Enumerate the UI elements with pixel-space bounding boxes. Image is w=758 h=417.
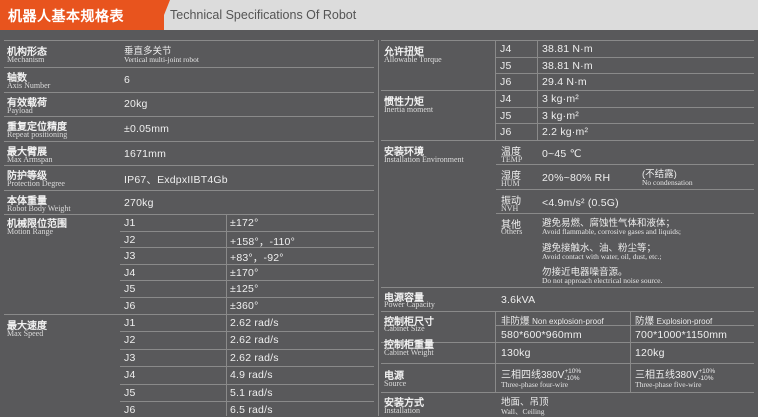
torque-value-1: 38.81 N·m [542,43,593,55]
install-value-en: Wall、Ceiling [501,407,545,416]
armspan-value: 1671mm [124,148,167,160]
cab-size-b: 700*1000*1150mm [635,329,728,341]
mechanism-value-en: Vertical multi-joint robot [124,55,199,64]
cab-weight-b: 120kg [635,347,665,359]
other-2-en: Avoid contact with water, oil, dust, etc… [542,252,662,261]
torque-label-en: Allowable Torque [384,55,442,64]
motion-label-en: Motion Range [7,227,53,236]
motion-joint-5: J5 [124,283,136,296]
header-bar: 机器人基本规格表 Technical Specifications Of Rob… [0,0,758,30]
speed-joint-3: J3 [124,351,136,364]
speed-joint-5: J5 [124,386,136,399]
inertia-value-3: 2.2 kg·m² [542,126,589,139]
protection-value: IP67、ExdpxIIBT4Gb [124,174,228,186]
inertia-joint-1: J4 [500,93,512,105]
speed-label-en: Max Speed [7,329,44,338]
page-subtitle: Technical Specifications Of Robot [170,8,357,22]
hum-note-en: No condensation [642,178,693,187]
source-label-en: Source [384,379,407,388]
env-label-en: Installation Environment [384,155,464,164]
power-value: 3.6kVA [501,294,536,306]
weight-value: 270kg [124,197,154,209]
cab-size-a: 580*600*960mm [501,329,582,341]
speed-value-4: 4.9 rad/s [230,369,273,382]
inertia-joint-3: J6 [500,126,512,139]
torque-joint-1: J4 [500,43,512,55]
cabweight-label-en: Cabinet Weight [384,348,434,357]
torque-value-3: 29.4 N·m [542,76,587,89]
axes-value: 6 [124,74,131,86]
armspan-label-en: Max Armspan [7,155,53,164]
motion-joint-1: J1 [124,217,136,229]
vib-value: <4.9m/s² (0.5G) [542,197,619,209]
axes-label-en: Axis Number [7,81,51,90]
other-label-en: Others [501,227,523,236]
cabsize-label-en: Cabinet Size [384,324,425,333]
motion-value-1: ±172° [230,217,259,229]
hum-label-en: HUM [501,179,520,188]
temp-label-en: TEMP [501,155,523,164]
motion-value-6: ±360° [230,300,259,312]
temp-value: 0~45 ℃ [542,148,582,160]
speed-joint-1: J1 [124,317,136,329]
inertia-value-1: 3 kg·m² [542,93,579,105]
speed-joint-6: J6 [124,404,136,416]
inertia-joint-2: J5 [500,109,512,122]
speed-value-2: 2.62 rad/s [230,334,279,347]
cab-weight-a: 130kg [501,347,531,359]
hum-value: 20%~80% RH [542,172,611,184]
inertia-label-en: Inertia moment [384,105,434,114]
torque-joint-3: J6 [500,76,512,89]
speed-value-5: 5.1 rad/s [230,386,273,399]
install-label-en: Installation [384,406,420,415]
motion-joint-3: J3 [124,250,136,263]
motion-joint-4: J4 [124,266,136,279]
torque-value-2: 38.81 N·m [542,59,593,72]
motion-joint-2: J2 [124,233,136,246]
speed-joint-2: J2 [124,334,136,347]
mechanism-label-en: Mechanism [7,55,45,64]
weight-label-en: Robot Body Weight [7,204,71,213]
motion-joint-6: J6 [124,300,136,312]
speed-value-1: 2.62 rad/s [230,317,279,329]
page-title: 机器人基本规格表 [8,8,124,24]
source-a-en: Three-phase four-wire [501,380,569,389]
other-1-en: Avoid flammable, corrosive gases and liq… [542,227,681,236]
repeat-label-en: Repeat positioning [7,130,68,139]
speed-joint-4: J4 [124,369,136,382]
torque-joint-2: J5 [500,59,512,72]
other-3-en: Do not approach electrical noise source. [542,276,663,285]
payload-value: 20kg [124,98,148,110]
motion-value-4: ±170° [230,266,259,279]
source-b-en: Three-phase five-wire [635,380,702,389]
protection-label-en: Protection Degree [7,179,65,188]
vib-label-en: NVH [501,204,519,213]
inertia-value-2: 3 kg·m² [542,109,579,122]
speed-value-6: 6.5 rad/s [230,404,273,416]
power-label-en: Power Capacity [384,300,435,309]
motion-value-5: ±125° [230,283,259,296]
repeat-value: ±0.05mm [124,123,170,135]
payload-label-en: Payload [7,106,33,115]
speed-value-3: 2.62 rad/s [230,351,279,364]
